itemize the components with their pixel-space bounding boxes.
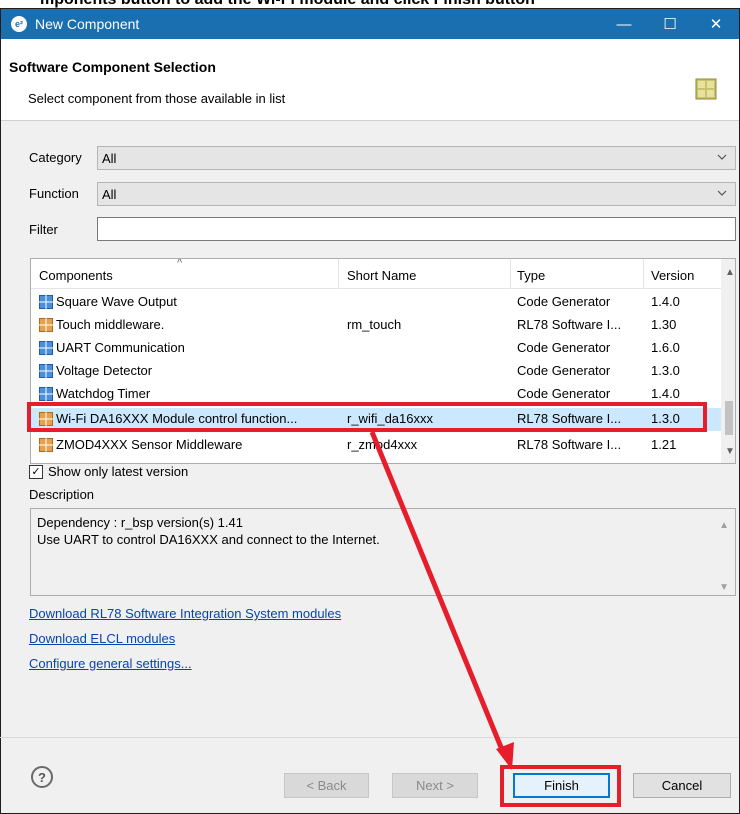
column-header-type[interactable]: Type: [517, 268, 545, 283]
table-row[interactable]: UART Communication Code Generator 1.6.0: [31, 337, 721, 360]
component-grid-icon: [695, 78, 717, 100]
footer-separator: [0, 737, 738, 738]
components-table[interactable]: ^ Components Short Name Type Version Squ…: [30, 258, 736, 464]
function-label: Function: [29, 186, 79, 201]
download-elcl-link[interactable]: Download ELCL modules: [29, 631, 175, 646]
description-line-2: Use UART to control DA16XXX and connect …: [37, 532, 380, 547]
wizard-header: Software Component Selection Select comp…: [1, 39, 739, 121]
show-latest-version-checkbox[interactable]: ✓: [29, 464, 43, 479]
scroll-down-icon[interactable]: ▼: [719, 579, 729, 596]
description-label: Description: [29, 487, 95, 502]
configure-settings-link[interactable]: Configure general settings...: [29, 656, 192, 671]
component-version: 1.6.0: [651, 340, 680, 355]
cancel-button[interactable]: Cancel: [633, 773, 731, 798]
component-name: UART Communication: [56, 340, 185, 355]
grid-blue-icon: [39, 364, 53, 378]
table-row[interactable]: ZMOD4XXX Sensor Middleware r_zmod4xxx RL…: [31, 434, 721, 457]
next-button[interactable]: Next >: [392, 773, 478, 798]
caption-text: mponents button to add the Wi-Fi module …: [40, 0, 535, 8]
short-name: r_zmod4xxx: [347, 437, 418, 452]
component-type: Code Generator: [517, 340, 611, 355]
download-rl78-link[interactable]: Download RL78 Software Integration Syste…: [29, 606, 341, 621]
close-button[interactable]: ✕: [693, 9, 739, 39]
minimize-button[interactable]: —: [601, 9, 647, 39]
component-version: 1.21: [651, 437, 677, 452]
category-label: Category: [29, 150, 82, 165]
function-combo[interactable]: All: [97, 182, 736, 206]
table-row[interactable]: Voltage Detector Code Generator 1.3.0: [31, 360, 721, 383]
component-type: Code Generator: [517, 386, 611, 401]
table-vertical-scrollbar[interactable]: ▲ ▼: [721, 259, 735, 463]
page-subtitle: Select component from those available in…: [28, 91, 286, 106]
component-version: 1.3.0: [651, 363, 680, 378]
window-title: New Component: [35, 16, 140, 32]
component-type: Code Generator: [517, 363, 611, 378]
app-icon: e²: [11, 16, 27, 32]
highlight-finish-button: [500, 765, 621, 807]
scroll-down-icon[interactable]: ▼: [725, 446, 735, 457]
category-value: All: [102, 150, 117, 166]
component-name: Touch middleware.: [56, 317, 165, 332]
grid-blue-icon: [39, 387, 53, 401]
scroll-up-icon[interactable]: ▲: [719, 517, 729, 534]
description-line-1: Dependency : r_bsp version(s) 1.41: [37, 515, 243, 530]
maximize-button[interactable]: ☐: [647, 9, 693, 39]
scroll-thumb[interactable]: [725, 401, 733, 435]
table-row[interactable]: Touch middleware. rm_touch RL78 Software…: [31, 314, 721, 337]
component-name: Square Wave Output: [56, 294, 177, 309]
grid-orange-icon: [39, 318, 53, 332]
scroll-up-icon[interactable]: ▲: [725, 267, 735, 278]
short-name: rm_touch: [347, 317, 402, 332]
show-latest-version-row[interactable]: ✓ Show only latest version: [29, 464, 188, 479]
component-name: Watchdog Timer: [56, 386, 151, 401]
filter-label: Filter: [29, 222, 58, 237]
component-version: 1.4.0: [651, 294, 680, 309]
grid-blue-icon: [39, 341, 53, 355]
caption-strip: mponents button to add the Wi-Fi module …: [0, 0, 740, 8]
column-header-short-name[interactable]: Short Name: [347, 268, 416, 283]
show-latest-version-label: Show only latest version: [48, 464, 189, 479]
chevron-down-icon: [717, 154, 727, 160]
column-header-components[interactable]: Components: [39, 268, 113, 283]
category-combo[interactable]: All: [97, 146, 736, 170]
column-header-version[interactable]: Version: [651, 268, 694, 283]
description-box: Dependency : r_bsp version(s) 1.41 Use U…: [30, 508, 736, 596]
component-type: RL78 Software I...: [517, 317, 622, 332]
component-version: 1.30: [651, 317, 677, 332]
table-row[interactable]: Square Wave Output Code Generator 1.4.0: [31, 291, 721, 314]
grid-orange-icon: [39, 438, 53, 452]
component-name: ZMOD4XXX Sensor Middleware: [56, 437, 243, 452]
filter-input[interactable]: [97, 217, 736, 241]
component-type: Code Generator: [517, 294, 611, 309]
component-version: 1.4.0: [651, 386, 680, 401]
help-icon[interactable]: ?: [31, 766, 53, 788]
component-type: RL78 Software I...: [517, 437, 622, 452]
grid-blue-icon: [39, 295, 53, 309]
component-name: Voltage Detector: [56, 363, 153, 378]
chevron-down-icon: [717, 190, 727, 196]
table-header: ^ Components Short Name Type Version: [31, 259, 721, 289]
title-bar: e² New Component — ☐ ✕: [1, 9, 739, 39]
function-value: All: [102, 186, 117, 202]
sort-ascending-icon[interactable]: ^: [177, 259, 182, 269]
back-button[interactable]: < Back: [284, 773, 369, 798]
highlight-selected-row: [27, 402, 707, 432]
page-title: Software Component Selection: [9, 59, 216, 75]
